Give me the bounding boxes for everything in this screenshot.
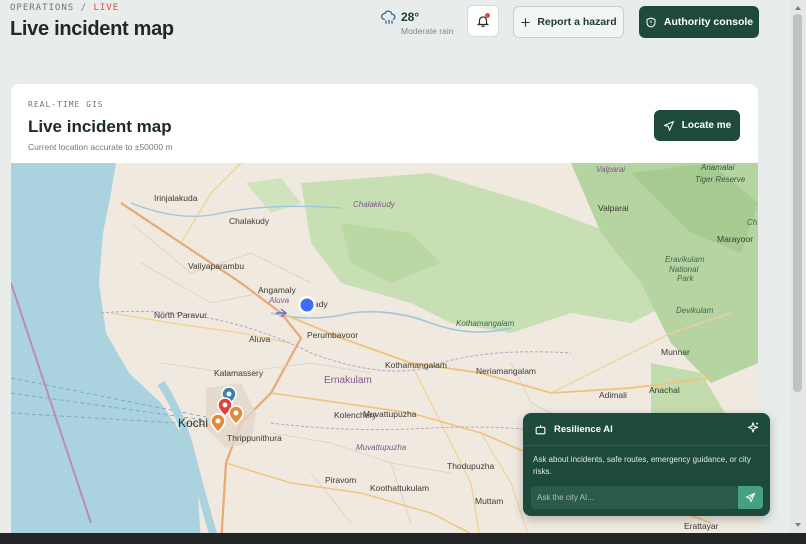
ai-panel-description: Ask about incidents, safe routes, emerge… [533, 455, 751, 476]
map-label-marayoor: Marayoor [717, 234, 753, 244]
map-label-north-paravur: North Paravur [154, 310, 207, 320]
sparkle-icon[interactable] [746, 421, 760, 435]
location-accuracy: Current location accurate to ±50000 m [28, 142, 173, 152]
weather-condition: Moderate rain [401, 26, 454, 36]
card-title: Live incident map [28, 117, 172, 136]
map-label-piravom: Piravom [325, 475, 357, 485]
map-label-eravikulam: Eravikulam [665, 255, 705, 264]
map-label-kalady: lady [312, 299, 328, 309]
scroll-up-icon[interactable] [791, 2, 805, 14]
map-label-kothamangalam: Kothamangalam [385, 360, 447, 370]
map-label-anachal: Anachal [649, 385, 680, 395]
map-label-park: Park [677, 274, 694, 283]
breadcrumb: OPERATIONS / LIVE [10, 3, 119, 13]
window-bottom-bar [0, 533, 806, 544]
map-label-tiger-reserve: Tiger Reserve [695, 175, 746, 184]
shield-icon [646, 17, 656, 27]
robot-icon [535, 425, 546, 435]
map-label-neriamangalam: Neriamangalam [476, 366, 536, 376]
map-label-chalakudy: Chalakudy [229, 216, 270, 226]
map-label-perumbavoor: Perumbavoor [307, 330, 359, 340]
map-label-irinjalakuda: Irinjalakuda [154, 193, 198, 203]
unread-badge [485, 13, 490, 18]
map-label-chalakkudy-river: Chalakkudy [353, 200, 395, 209]
plus-icon [521, 17, 531, 27]
map-label-aluva-river: Aluva [269, 296, 290, 305]
breadcrumb-section[interactable]: OPERATIONS [10, 3, 74, 13]
map-label-anamalai: Anamalai [701, 163, 735, 172]
page-title: Live incident map [10, 18, 174, 40]
temperature: 28° [401, 10, 420, 24]
ai-panel-header: Resilience AI [523, 413, 770, 446]
map-label-valiyaparambu: Valiyaparambu [188, 261, 245, 271]
authority-console-button[interactable]: Authority console [639, 6, 759, 38]
map-label-national: National [669, 265, 699, 274]
breadcrumb-current: LIVE [93, 3, 120, 13]
notifications-button[interactable] [467, 5, 499, 37]
map-label-muvattupuzha-river: Muvattupuzha [356, 443, 407, 452]
map-label-munnar: Munnar [661, 347, 690, 357]
report-hazard-button[interactable]: Report a hazard [513, 6, 624, 38]
resilience-ai-panel: Resilience AI Ask about incidents, safe … [523, 413, 770, 516]
map-label-koothattukulam: Koothattukulam [370, 483, 430, 493]
map-label-kochi: Kochi [178, 416, 209, 430]
map-label-valparai-river: Valparai [596, 165, 626, 174]
map-label-ch: Ch [747, 218, 758, 227]
map-label-angamaly: Angamaly [258, 285, 296, 295]
map-label-kalamassery: Kalamassery [214, 368, 264, 378]
map-label-devikulam: Devikulam [676, 306, 714, 315]
authority-console-label: Authority console [663, 16, 754, 28]
report-hazard-label: Report a hazard [537, 16, 617, 28]
map-label-thrippunithura: Thrippunithura [227, 433, 282, 443]
scroll-down-icon[interactable] [791, 519, 805, 531]
send-icon [745, 492, 756, 503]
locate-me-label: Locate me [681, 120, 732, 131]
map-label-muvattupuzha: Muvattupuzha [363, 409, 417, 419]
card-kicker: REAL-TIME GIS [28, 100, 104, 109]
map-label-kothamangalam-forest: Kothamangalam [456, 319, 515, 328]
breadcrumb-separator: / [80, 3, 88, 13]
map-label-aluva: Aluva [249, 334, 271, 344]
ai-question-input[interactable] [531, 486, 738, 509]
map-label-thodupuzha: Thodupuzha [447, 461, 495, 471]
map-label-adimali: Adimali [599, 390, 627, 400]
scrollbar-thumb[interactable] [793, 14, 802, 392]
map-label-muttam: Muttam [475, 496, 504, 506]
rain-cloud-icon [381, 10, 396, 24]
locate-me-button[interactable]: Locate me [654, 110, 740, 141]
map-label-ernakulam: Ernakulam [324, 375, 372, 386]
weather-widget: 28° Moderate rain [380, 8, 460, 38]
map-label-erattayar: Erattayar [684, 521, 719, 531]
ai-panel-title: Resilience AI [554, 424, 613, 435]
map-label-valparai: Valparai [598, 203, 629, 213]
ai-send-button[interactable] [738, 486, 763, 509]
navigation-arrow-icon [663, 120, 674, 131]
